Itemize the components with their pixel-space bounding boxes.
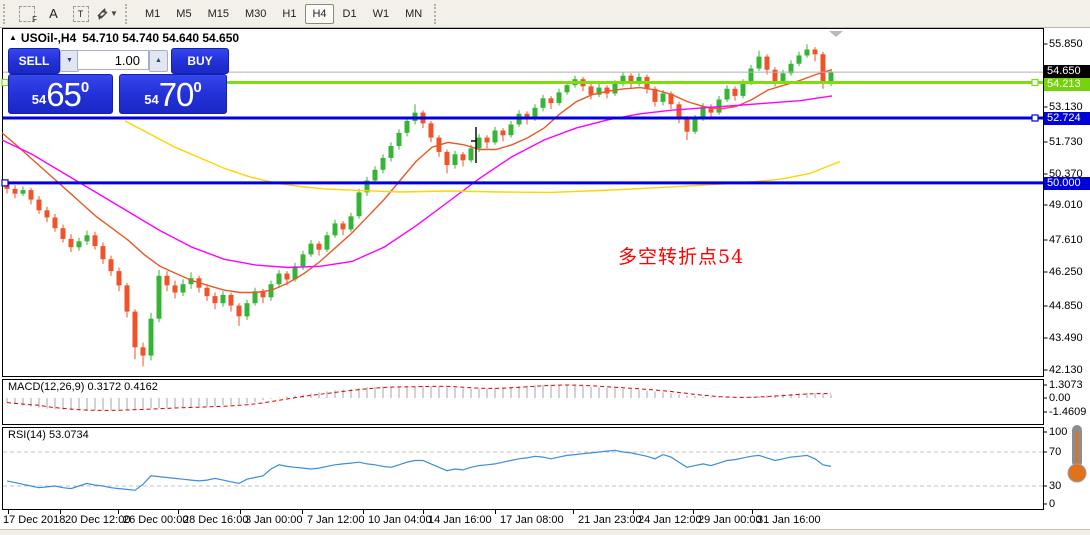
- toolbar: F A T ▼ M1 M5 M15 M30 H1 H4 D1 W1 MN: [0, 0, 1090, 28]
- chart-annotation-text: 多空转折点54: [618, 246, 745, 268]
- sell-price-tile[interactable]: 54 65 0: [8, 74, 113, 114]
- sell-button[interactable]: SELL: [8, 48, 60, 74]
- volume-increase-button[interactable]: ▲: [149, 50, 168, 72]
- buy-price-big: 70: [158, 75, 195, 113]
- price-badge-50-000: 50.000: [1044, 177, 1090, 190]
- buy-price-prefix: 54: [144, 92, 159, 107]
- timeframe-h1[interactable]: H1: [275, 4, 303, 24]
- timeframe-m1[interactable]: M1: [138, 4, 167, 24]
- price-badge-54-213: 54.213: [1044, 78, 1090, 91]
- toolbar-grip-right[interactable]: [434, 3, 441, 24]
- mt4-window: F A T ▼ M1 M5 M15 M30 H1 H4 D1 W1 MN ▲ USOil-,H4 54.7…: [0, 0, 1090, 535]
- date-label: 29 Jan 00:00: [698, 514, 762, 526]
- ma-slow-line: [124, 120, 841, 194]
- price-tick-label: 47.610: [1049, 234, 1083, 246]
- sell-price-big: 65: [46, 75, 82, 113]
- price-badge-54-650: 54.650: [1044, 65, 1090, 78]
- fibonacci-tool-icon[interactable]: F: [14, 3, 39, 25]
- ohlc-values: 54.710 54.740 54.640 54.650: [82, 31, 240, 45]
- blue-support-line-1-handle[interactable]: [1031, 114, 1039, 122]
- date-label: 14 Jan 16:00: [428, 514, 492, 526]
- timeframe-m5[interactable]: M5: [169, 4, 198, 24]
- date-label: 28 Dec 16:00: [183, 514, 249, 526]
- buy-button[interactable]: BUY: [171, 48, 229, 74]
- rsi-scale-label: 30: [1049, 480, 1062, 492]
- toolbar-grip-left[interactable]: [3, 3, 10, 24]
- collapse-icon[interactable]: ▲: [9, 33, 17, 42]
- text-tool-icon[interactable]: A: [41, 3, 66, 25]
- macd-scale-label: 1.3073: [1049, 379, 1083, 391]
- macd-frame: [2, 379, 1044, 425]
- rsi-frame: [2, 427, 1044, 510]
- date-label: 21 Jan 23:00: [578, 514, 642, 526]
- arrows-tool-icon[interactable]: ▼: [95, 3, 120, 25]
- price-tick-label: 55.850: [1049, 38, 1083, 50]
- price-tick-label: 42.130: [1049, 364, 1083, 376]
- price-tick-label: 43.490: [1049, 332, 1083, 344]
- price-tick-label: 46.250: [1049, 266, 1083, 278]
- volume-input[interactable]: 1.00: [77, 50, 149, 70]
- buy-price-tile[interactable]: 54 70 0: [119, 74, 227, 114]
- date-label: 7 Jan 12:00: [307, 514, 365, 526]
- rsi-scale-label: 0: [1049, 498, 1056, 510]
- sell-price-prefix: 54: [31, 92, 47, 107]
- one-click-trading-panel: SELL ▼ 1.00 ▲ BUY 54 65 0 54 70 0: [8, 47, 229, 115]
- date-label: 17 Dec 2018: [3, 514, 66, 526]
- date-label: 10 Jan 04:00: [368, 514, 432, 526]
- timeframe-m30[interactable]: M30: [238, 4, 273, 24]
- status-strip: [0, 529, 1090, 535]
- date-label: 3 Jan 00:00: [245, 514, 303, 526]
- drawing-tools-group: F A T ▼: [14, 3, 122, 25]
- timeframe-mn[interactable]: MN: [398, 4, 429, 24]
- date-label: 20 Dec 12:00: [65, 514, 131, 526]
- dropdown-caret-icon[interactable]: ▼: [110, 9, 118, 18]
- price-tick-label: 51.730: [1049, 136, 1083, 148]
- symbol-label: USOil-,H4: [20, 31, 77, 45]
- timeframe-m15[interactable]: M15: [201, 4, 236, 24]
- macd-scale-label: -1.4609: [1049, 406, 1087, 418]
- blue-support-line-2-handle[interactable]: [1, 179, 9, 187]
- date-label: 24 Jan 12:00: [638, 514, 702, 526]
- date-label: 31 Jan 16:00: [757, 514, 821, 526]
- thermometer-icon: [1067, 425, 1087, 483]
- rsi-indicator-label: RSI(14) 53.0734: [8, 429, 89, 441]
- timeframe-w1[interactable]: W1: [366, 4, 397, 24]
- timeframe-h4[interactable]: H4: [305, 3, 334, 24]
- macd-scale-label: 0.00: [1049, 392, 1071, 404]
- text-label-tool-icon[interactable]: T: [68, 3, 93, 25]
- toolbar-grip-timeframes[interactable]: [125, 3, 132, 24]
- chart-shift-marker-icon[interactable]: [829, 31, 843, 37]
- buy-price-sup: 0: [193, 79, 202, 96]
- macd-indicator-label: MACD(12,26,9) 0.3172 0.4162: [8, 381, 158, 393]
- rsi-scale-label: 70: [1049, 446, 1062, 458]
- timeframe-d1[interactable]: D1: [336, 4, 364, 24]
- date-label: 17 Jan 08:00: [500, 514, 564, 526]
- timeframe-buttons: M1 M5 M15 M30 H1 H4 D1 W1 MN: [138, 3, 431, 24]
- price-tick-label: 44.850: [1049, 300, 1083, 312]
- green-resistance-line-handle[interactable]: [1031, 78, 1039, 87]
- price-badge-52-724: 52.724: [1044, 112, 1090, 125]
- date-label: 26 Dec 00:00: [123, 514, 189, 526]
- chart-title: ▲ USOil-,H4 54.710 54.740 54.640 54.650: [9, 31, 239, 45]
- sell-price-sup: 0: [80, 79, 90, 96]
- price-tick-label: 49.010: [1049, 199, 1083, 211]
- rsi-line: [6, 449, 832, 491]
